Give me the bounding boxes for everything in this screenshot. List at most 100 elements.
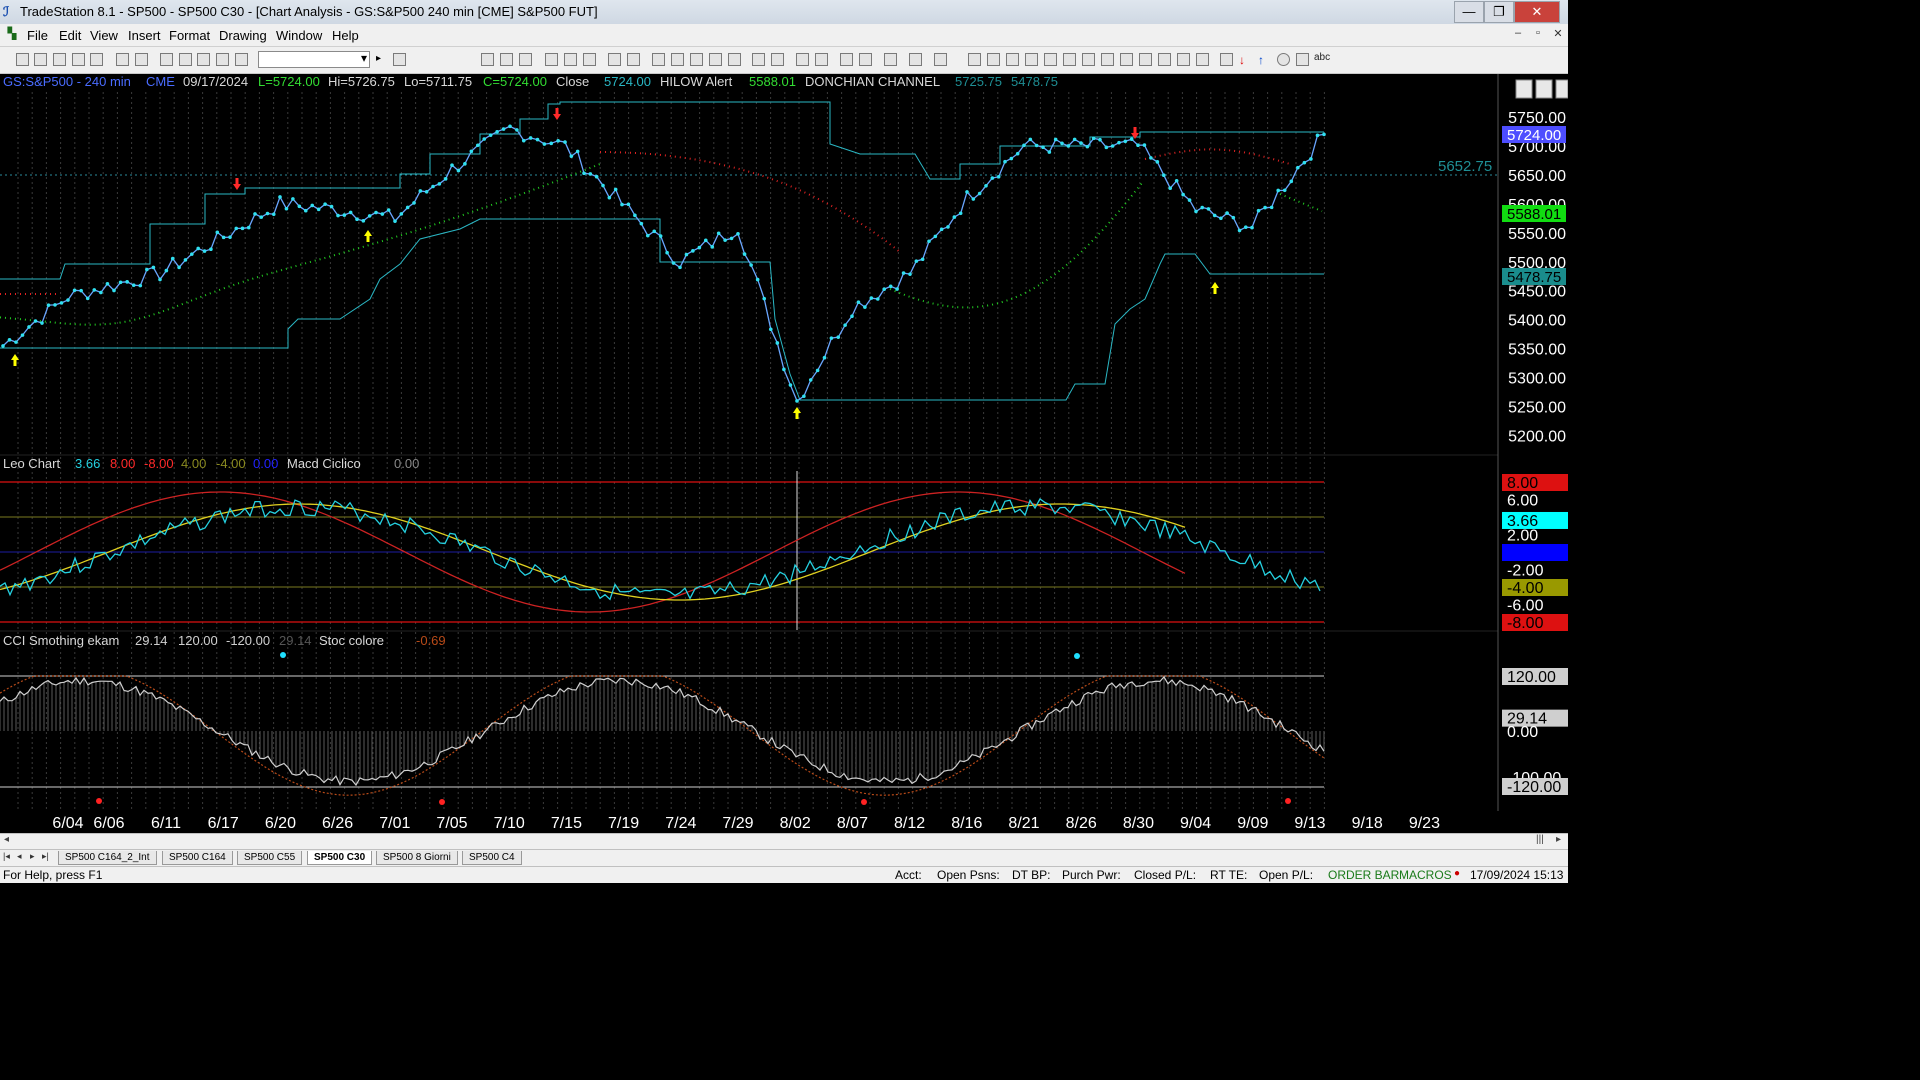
- save-all-icon[interactable]: [90, 53, 103, 66]
- minimize-button[interactable]: —: [1454, 1, 1484, 23]
- tab-nav-next[interactable]: ▸: [30, 851, 35, 862]
- data-icon[interactable]: [909, 53, 922, 66]
- horizontal-scrollbar[interactable]: ◂ ||| ▸: [0, 833, 1568, 849]
- menu-help[interactable]: Help: [332, 28, 359, 43]
- text-tool-label[interactable]: abc: [1314, 52, 1330, 63]
- chart-analysis-window[interactable]: GS:S&P500 - 240 min CME 09/17/2024 L=572…: [0, 74, 1569, 833]
- play-icon[interactable]: ▸: [376, 53, 389, 66]
- tab-sp500-8-giorni[interactable]: SP500 8 Giorni: [376, 851, 458, 865]
- pointer-plus-icon[interactable]: [859, 53, 872, 66]
- price-tick-label: 5350.00: [1508, 342, 1566, 359]
- horizontal-lines-icon[interactable]: [1006, 53, 1019, 66]
- scroll-left-arrow-icon[interactable]: ◂: [4, 834, 9, 845]
- close-button[interactable]: ✕: [1514, 1, 1560, 23]
- open-workspace-icon[interactable]: [53, 53, 66, 66]
- globe-icon[interactable]: [235, 53, 248, 66]
- mdi-minimize-button[interactable]: –: [1510, 27, 1526, 42]
- tab-sp500-c55[interactable]: SP500 C55: [237, 851, 303, 865]
- cci-panel[interactable]: CCI Smothing ekam 29.14 120.00 -120.00 2…: [0, 633, 1568, 805]
- mdi-restore-button[interactable]: ▫: [1530, 27, 1546, 42]
- menu-file[interactable]: File: [27, 28, 48, 43]
- panel-minimize-button[interactable]: [1515, 79, 1533, 99]
- chart-svg[interactable]: GS:S&P500 - 240 min CME 09/17/2024 L=572…: [0, 74, 1569, 833]
- tab-nav-prev[interactable]: ◂: [17, 851, 22, 862]
- pointer-icon[interactable]: [840, 53, 853, 66]
- new-icon[interactable]: [16, 53, 29, 66]
- menu-drawing[interactable]: Drawing: [219, 28, 267, 43]
- window-title: TradeStation 8.1 - SP500 - SP500 C30 - […: [20, 4, 598, 19]
- candle-chart-icon[interactable]: [564, 53, 577, 66]
- order-bar-button[interactable]: ORDER BAR: [1328, 868, 1399, 882]
- tab-sp500-c164[interactable]: SP500 C164: [162, 851, 233, 865]
- maximize-button[interactable]: ❐: [1484, 1, 1514, 23]
- insert-strategy-icon[interactable]: [519, 53, 532, 66]
- print-preview-icon[interactable]: [116, 53, 129, 66]
- arrow-down-icon[interactable]: ↓: [1239, 53, 1252, 67]
- speed-lines-icon[interactable]: [1082, 53, 1095, 66]
- menu-window[interactable]: Window: [276, 28, 322, 43]
- symbol-combo[interactable]: [258, 51, 370, 68]
- format-symbol-icon[interactable]: [608, 53, 621, 66]
- save-icon[interactable]: [72, 53, 85, 66]
- panel-restore-button[interactable]: [1535, 79, 1553, 99]
- price-point: [7, 338, 12, 342]
- vertical-lines-icon[interactable]: [987, 53, 1000, 66]
- retracement-icon[interactable]: [1044, 53, 1057, 66]
- price-point: [1256, 208, 1261, 213]
- copy-icon[interactable]: [179, 53, 192, 66]
- find-icon[interactable]: [393, 53, 406, 66]
- percent-icon[interactable]: [1025, 53, 1038, 66]
- lock-icon[interactable]: [197, 53, 210, 66]
- tab-sp500-c4[interactable]: SP500 C4: [462, 851, 522, 865]
- menu-edit[interactable]: Edit: [59, 28, 81, 43]
- scroll-thumb[interactable]: |||: [1536, 834, 1544, 845]
- price-point: [118, 280, 123, 285]
- curve-icon[interactable]: [1220, 53, 1233, 66]
- chart-document-icon[interactable]: ▚: [4, 27, 20, 42]
- arrow-up-icon[interactable]: ↑: [1258, 53, 1271, 67]
- trendline-icon[interactable]: [968, 53, 981, 66]
- price-panel[interactable]: GS:S&P500 - 240 min CME 09/17/2024 L=572…: [0, 74, 1569, 446]
- tab-sp500-c164-2-int[interactable]: SP500 C164_2_Int: [58, 851, 157, 865]
- andrews-icon[interactable]: [1120, 53, 1133, 66]
- tracking-icon[interactable]: [671, 53, 684, 66]
- arrows-icon[interactable]: [1139, 53, 1152, 66]
- bar-chart-icon[interactable]: [545, 53, 558, 66]
- scroll-right-icon[interactable]: [771, 53, 784, 66]
- cut-icon[interactable]: [160, 53, 173, 66]
- menu-insert[interactable]: Insert: [128, 28, 161, 43]
- pen-icon[interactable]: [1196, 53, 1209, 66]
- macros-button[interactable]: MACROS: [1399, 868, 1452, 882]
- zoom-in-icon[interactable]: [796, 53, 809, 66]
- data-window-icon[interactable]: [652, 53, 665, 66]
- tab-nav-last[interactable]: ▸|: [42, 851, 49, 862]
- format-window-icon[interactable]: [627, 53, 640, 66]
- gann-icon[interactable]: [1063, 53, 1076, 66]
- line-chart-icon[interactable]: [583, 53, 596, 66]
- channel-icon[interactable]: [1158, 53, 1171, 66]
- disabled-icon[interactable]: [934, 53, 947, 66]
- scroll-right-arrow-icon[interactable]: ▸: [1556, 834, 1561, 845]
- leo-chart-panel[interactable]: Leo Chart 3.66 8.00 -8.00 4.00 -4.00 0.0…: [0, 456, 1568, 632]
- insert-analysis-icon[interactable]: [481, 53, 494, 66]
- more-bars-icon[interactable]: [728, 53, 741, 66]
- menu-view[interactable]: View: [90, 28, 118, 43]
- mdi-close-button[interactable]: ✕: [1550, 27, 1566, 42]
- hide-show-icon[interactable]: [690, 53, 703, 66]
- arc-icon[interactable]: [1177, 53, 1190, 66]
- rectangle-icon[interactable]: [1296, 53, 1309, 66]
- ellipse-icon[interactable]: [1277, 53, 1290, 66]
- zoom-out-icon[interactable]: [815, 53, 828, 66]
- format-icon[interactable]: [216, 53, 229, 66]
- tab-sp500-c30[interactable]: SP500 C30: [307, 851, 373, 865]
- insert-indicator-icon[interactable]: [500, 53, 513, 66]
- bar-spacing-icon[interactable]: [709, 53, 722, 66]
- print-icon[interactable]: [135, 53, 148, 66]
- open-icon[interactable]: [34, 53, 47, 66]
- panel-close-button[interactable]: [1555, 79, 1569, 99]
- fib-lines-icon[interactable]: [1101, 53, 1114, 66]
- tab-nav-first[interactable]: |◂: [3, 851, 10, 862]
- scroll-left-icon[interactable]: [752, 53, 765, 66]
- tools-icon[interactable]: [884, 53, 897, 66]
- menu-format[interactable]: Format: [169, 28, 210, 43]
